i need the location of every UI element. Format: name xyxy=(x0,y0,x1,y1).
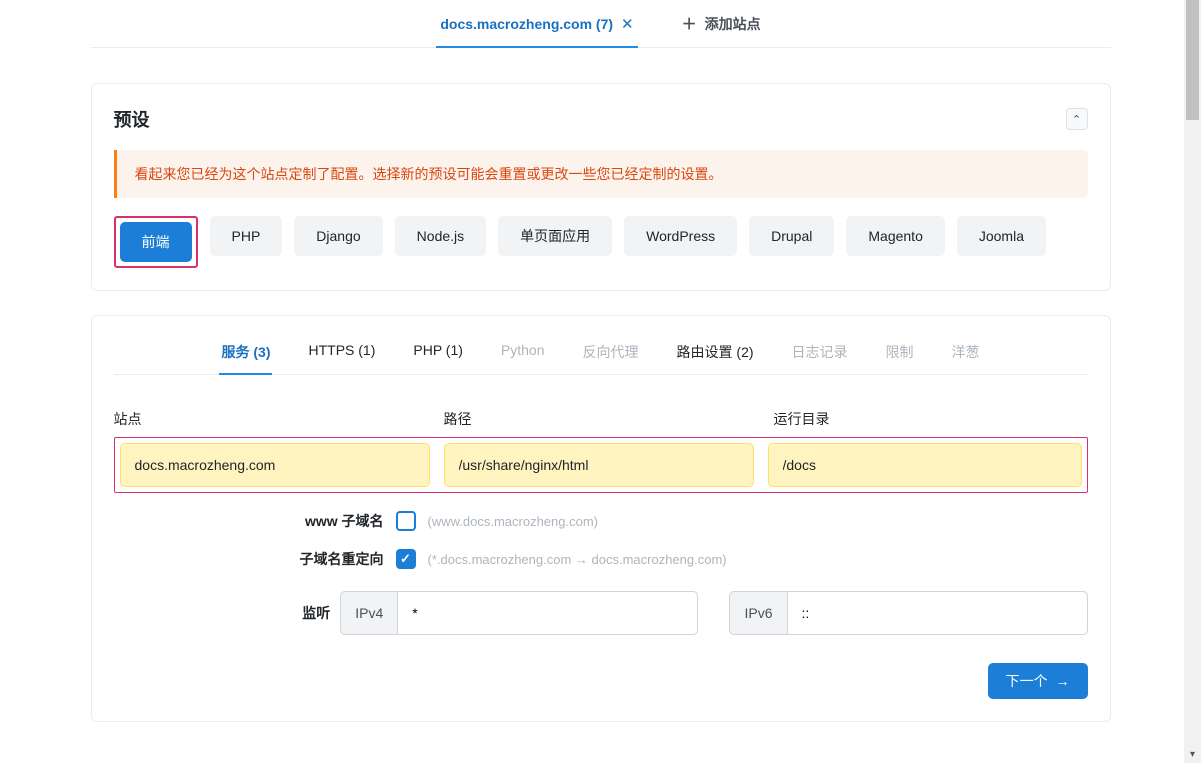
tab-add-site-label: 添加站点 xyxy=(705,14,761,34)
path-label: 路径 xyxy=(444,409,760,429)
preset-highlight-box: 前端 xyxy=(114,216,198,268)
ipv6-group: IPv6 xyxy=(729,591,1087,635)
tab-https[interactable]: HTTPS (1) xyxy=(306,336,377,374)
input-labels-row: 站点 路径 运行目录 xyxy=(114,409,1088,429)
warning-alert: 看起来您已经为这个站点定制了配置。选择新的预设可能会重置或更改一些您已经定制的设… xyxy=(114,150,1088,198)
config-card: 服务 (3) HTTPS (1) PHP (1) Python 反向代理 路由设… xyxy=(91,315,1111,722)
tab-limit[interactable]: 限制 xyxy=(884,336,916,374)
redirect-hint: (*.docs.macrozheng.com → docs.macrozheng… xyxy=(428,552,727,567)
preset-wordpress[interactable]: WordPress xyxy=(624,216,737,256)
plus-icon: ＋ xyxy=(682,13,697,34)
www-subdomain-hint: (www.docs.macrozheng.com) xyxy=(428,514,599,529)
preset-spa[interactable]: 单页面应用 xyxy=(498,216,612,256)
preset-magento[interactable]: Magento xyxy=(846,216,944,256)
tab-python[interactable]: Python xyxy=(499,336,547,374)
tab-proxy[interactable]: 反向代理 xyxy=(581,336,641,374)
ipv6-addon: IPv6 xyxy=(729,591,787,635)
preset-nodejs[interactable]: Node.js xyxy=(395,216,486,256)
tab-logging[interactable]: 日志记录 xyxy=(790,336,850,374)
scrollbar-thumb[interactable] xyxy=(1186,0,1199,120)
tab-add-site[interactable]: ＋ 添加站点 xyxy=(678,2,765,46)
www-subdomain-label: www 子域名 xyxy=(114,511,384,531)
redirect-label: 子域名重定向 xyxy=(114,549,384,569)
ipv6-input[interactable] xyxy=(788,591,1088,635)
footer-actions: 下一个 → xyxy=(114,663,1088,699)
preset-drupal[interactable]: Drupal xyxy=(749,216,834,256)
presets-title: 预设 xyxy=(114,106,150,132)
next-button[interactable]: 下一个 → xyxy=(988,663,1088,699)
ipv4-addon: IPv4 xyxy=(340,591,398,635)
ipv4-input[interactable] xyxy=(398,591,698,635)
preset-django[interactable]: Django xyxy=(294,216,382,256)
inputs-highlight-box xyxy=(114,437,1088,493)
listen-label: 监听 xyxy=(114,603,331,623)
arrow-right-icon: → xyxy=(1056,673,1070,689)
tab-routing[interactable]: 路由设置 (2) xyxy=(675,336,756,374)
ipv4-group: IPv4 xyxy=(340,591,698,635)
chevron-up-icon: ⌃ xyxy=(1072,113,1081,126)
tab-php[interactable]: PHP (1) xyxy=(411,336,465,374)
tab-service[interactable]: 服务 (3) xyxy=(219,336,272,374)
runtime-input[interactable] xyxy=(768,443,1082,487)
redirect-row: 子域名重定向 (*.docs.macrozheng.com → docs.mac… xyxy=(114,549,1088,569)
tab-active-site-label: docs.macrozheng.com (7) xyxy=(440,16,613,32)
redirect-checkbox[interactable] xyxy=(396,549,416,569)
listen-row: 监听 IPv4 IPv6 xyxy=(114,591,1088,635)
site-input[interactable] xyxy=(120,443,430,487)
runtime-label: 运行目录 xyxy=(774,409,1088,429)
www-subdomain-checkbox[interactable] xyxy=(396,511,416,531)
preset-frontend[interactable]: 前端 xyxy=(120,222,192,262)
site-tabs: docs.macrozheng.com (7) ✕ ＋ 添加站点 xyxy=(91,0,1111,48)
www-subdomain-row: www 子域名 (www.docs.macrozheng.com) xyxy=(114,511,1088,531)
site-label: 站点 xyxy=(114,409,430,429)
path-input[interactable] xyxy=(444,443,754,487)
scroll-down-arrow[interactable]: ▾ xyxy=(1184,746,1201,763)
next-button-label: 下一个 xyxy=(1006,671,1048,691)
tab-onion[interactable]: 洋葱 xyxy=(950,336,982,374)
tab-active-site[interactable]: docs.macrozheng.com (7) ✕ xyxy=(436,2,637,46)
preset-joomla[interactable]: Joomla xyxy=(957,216,1046,256)
close-icon[interactable]: ✕ xyxy=(621,15,634,33)
presets-card: 预设 ⌃ 看起来您已经为这个站点定制了配置。选择新的预设可能会重置或更改一些您已… xyxy=(91,83,1111,291)
config-sub-tabs: 服务 (3) HTTPS (1) PHP (1) Python 反向代理 路由设… xyxy=(114,336,1088,375)
preset-buttons: 前端 PHP Django Node.js 单页面应用 WordPress Dr… xyxy=(114,216,1088,268)
collapse-button[interactable]: ⌃ xyxy=(1066,108,1088,130)
preset-php[interactable]: PHP xyxy=(210,216,283,256)
vertical-scrollbar[interactable]: ▾ xyxy=(1184,0,1201,763)
